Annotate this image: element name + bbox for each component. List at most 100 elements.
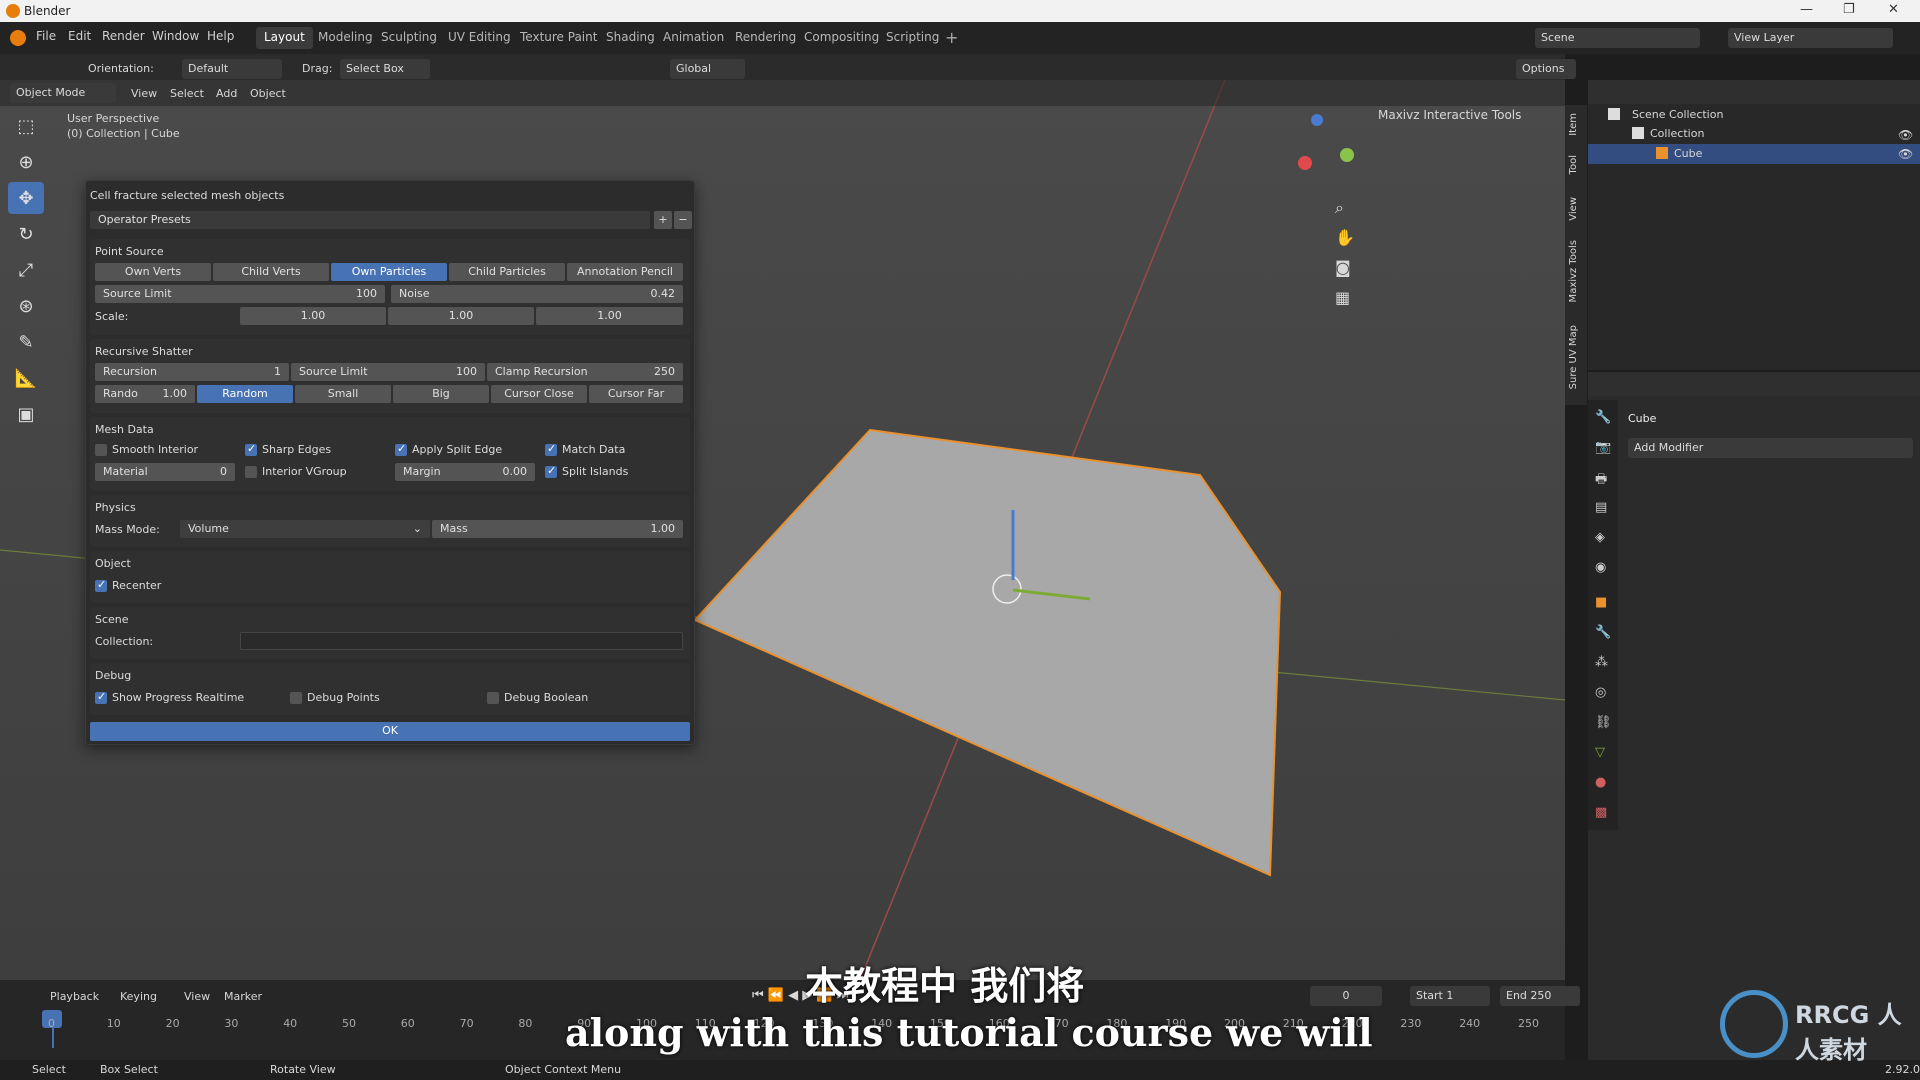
tab-item[interactable]: Item [1568,113,1579,136]
texture-props-icon[interactable]: ▩ [1595,805,1607,820]
mass-field[interactable]: Mass 1.00 [432,520,683,538]
recenter-checkbox[interactable]: Recenter [95,578,161,593]
cube-item[interactable]: Cube [1674,147,1702,160]
rotate-tool-icon[interactable]: ↻ [8,218,44,250]
viewport-menu-select[interactable]: Select [170,87,204,100]
small-button[interactable]: Small [295,385,391,403]
menu-file[interactable]: File [36,29,56,43]
menu-edit[interactable]: Edit [68,29,91,43]
close-button[interactable]: ✕ [1888,2,1899,17]
noise-field[interactable]: Noise 0.42 [391,285,683,303]
scene-props-icon[interactable]: ◈ [1595,530,1605,545]
material-field[interactable]: Material 0 [95,463,235,481]
timeline-keying-menu[interactable]: Keying [120,990,157,1003]
current-frame-field[interactable]: 0 [1310,986,1382,1006]
tab-maxivz-tools[interactable]: Maxivz Tools [1568,240,1579,302]
cursor-close-button[interactable]: Cursor Close [491,385,587,403]
tab-layout[interactable]: Layout [256,27,313,49]
timeline-view-menu[interactable]: View [184,990,210,1003]
show-progress-checkbox[interactable]: Show Progress Realtime [95,690,244,705]
data-props-icon[interactable]: ▽ [1595,745,1605,760]
random-button[interactable]: Random [197,385,293,403]
timeline-playback-menu[interactable]: Playback [50,990,99,1003]
recursive-source-limit-field[interactable]: Source Limit 100 [291,363,485,381]
transform-tool-icon[interactable]: ⊛ [8,290,44,322]
clamp-recursion-field[interactable]: Clamp Recursion 250 [487,363,683,381]
render-props-icon[interactable]: 📷 [1595,440,1611,455]
mass-mode-dropdown[interactable]: Volume ⌄ [180,520,430,538]
ok-button[interactable]: OK [90,722,690,741]
cursor-far-button[interactable]: Cursor Far [589,385,683,403]
sharp-edges-checkbox[interactable]: Sharp Edges [245,442,331,457]
child-particles-button[interactable]: Child Particles [449,263,565,281]
scale-y-field[interactable]: 1.00 [388,307,534,325]
big-button[interactable]: Big [393,385,489,403]
menu-render[interactable]: Render [102,29,145,43]
output-props-icon[interactable]: 🖶 [1595,470,1607,492]
view-layer-selector[interactable]: View Layer [1728,28,1893,48]
split-islands-checkbox[interactable]: Split Islands [545,464,628,479]
move-tool-icon[interactable]: ✥ [8,182,44,214]
tab-scripting[interactable]: Scripting [878,27,947,49]
cursor-tool-icon[interactable]: ⊕ [8,146,44,178]
measure-tool-icon[interactable]: 📐 [8,362,44,394]
physics-props-icon[interactable]: ◎ [1595,685,1606,700]
tab-modeling[interactable]: Modeling [310,27,381,49]
material-props-icon[interactable]: ● [1595,775,1606,790]
orientation-dropdown[interactable]: Default [182,59,282,79]
tab-sculpting[interactable]: Sculpting [373,27,445,49]
scene-collection-label[interactable]: Scene Collection [1632,108,1723,121]
collection-item[interactable]: Collection [1650,127,1704,140]
operator-presets-dropdown[interactable]: Operator Presets [90,211,650,229]
add-preset-button[interactable]: + [654,211,672,229]
scale-tool-icon[interactable]: ⤢ [8,254,44,286]
blender-menu-icon[interactable] [10,30,26,46]
eye-icon[interactable]: 👁 [1898,147,1913,161]
annotation-pencil-button[interactable]: Annotation Pencil [567,263,683,281]
tool-props-icon[interactable]: 🔧 [1595,410,1611,425]
interior-vgroup-checkbox[interactable]: Interior VGroup [245,465,347,479]
collection-field[interactable] [240,632,683,650]
child-verts-button[interactable]: Child Verts [213,263,329,281]
debug-points-checkbox[interactable]: Debug Points [290,691,380,705]
smooth-interior-checkbox[interactable]: Smooth Interior [95,443,198,457]
tab-sure-uv-map[interactable]: Sure UV Map [1568,325,1579,389]
rando-field[interactable]: Rando 1.00 [95,385,195,403]
object-props-icon[interactable]: ■ [1595,595,1607,610]
tab-tool[interactable]: Tool [1568,155,1579,174]
menu-window[interactable]: Window [152,29,199,43]
tab-compositing[interactable]: Compositing [796,27,887,49]
particles-props-icon[interactable]: ⁂ [1595,655,1608,670]
margin-field[interactable]: Margin 0.00 [395,463,535,481]
constraints-props-icon[interactable]: ⛓ [1595,715,1612,730]
viewport-menu-add[interactable]: Add [216,87,237,100]
scale-z-field[interactable]: 1.00 [536,307,683,325]
viewport-menu-object[interactable]: Object [250,87,286,100]
scene-selector[interactable]: Scene [1535,28,1700,48]
scale-x-field[interactable]: 1.00 [240,307,386,325]
select-tool-icon[interactable]: ⬚ [8,110,44,142]
pan-hand-icon[interactable]: ✋ [1335,228,1355,247]
menu-help[interactable]: Help [207,29,234,43]
transform-orientation-dropdown[interactable]: Global [670,59,745,79]
cube-row[interactable] [1588,144,1920,164]
drag-dropdown[interactable]: Select Box [340,59,430,79]
minimize-button[interactable]: — [1800,2,1813,17]
tab-texture-paint[interactable]: Texture Paint [512,27,605,49]
tab-uv-editing[interactable]: UV Editing [440,27,519,49]
eye-icon[interactable]: 👁 [1898,128,1913,142]
camera-icon[interactable]: ◙ [1335,258,1351,277]
debug-boolean-checkbox[interactable]: Debug Boolean [487,691,588,705]
apply-split-edge-checkbox[interactable]: Apply Split Edge [395,442,502,457]
add-workspace-icon[interactable]: + [945,28,958,47]
zoom-icon[interactable]: ⌕ [1335,198,1344,218]
maximize-button[interactable]: ❐ [1843,2,1855,17]
source-limit-field[interactable]: Source Limit 100 [95,285,385,303]
own-particles-button[interactable]: Own Particles [331,263,447,281]
add-cube-tool-icon[interactable]: ▣ [8,398,44,430]
remove-preset-button[interactable]: − [674,211,692,229]
tab-rendering[interactable]: Rendering [727,27,804,49]
grid-icon[interactable]: ▦ [1335,288,1350,307]
object-mode-dropdown[interactable]: Object Mode [10,83,116,103]
annotate-tool-icon[interactable]: ✎ [8,326,44,358]
